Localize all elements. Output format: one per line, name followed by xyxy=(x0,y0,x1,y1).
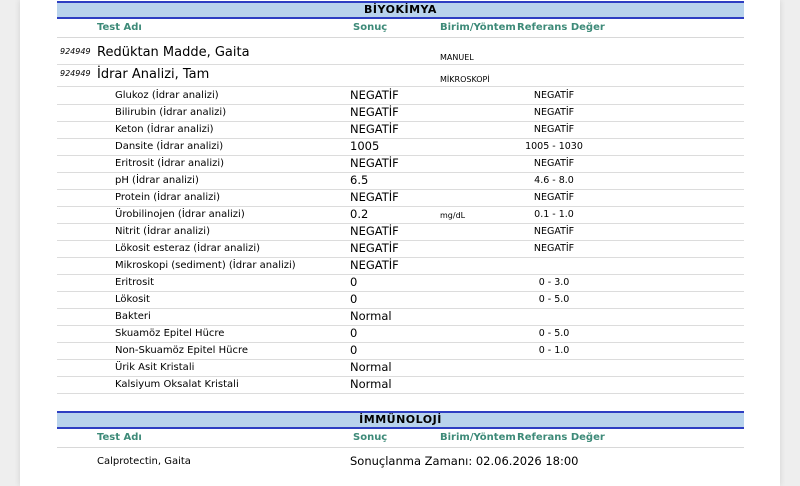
test-name: Mikroskopi (sediment) (İdrar analizi) xyxy=(115,260,296,271)
result-row: Lökosit 0 0 - 5.0 xyxy=(57,291,744,309)
test-result: 1005 xyxy=(350,139,380,153)
test-result: 0 xyxy=(350,343,358,357)
test-result: NEGATİF xyxy=(350,241,399,255)
result-row: Skuamöz Epitel Hücre 0 0 - 5.0 xyxy=(57,325,744,343)
test-result: NEGATİF xyxy=(350,88,399,102)
test-result: 0.2 xyxy=(350,207,369,221)
test-reference: 0 - 3.0 xyxy=(538,277,570,288)
test-name: pH (İdrar analizi) xyxy=(115,175,199,186)
test-reference: NEGATİF xyxy=(533,158,575,169)
test-name: Bilirubin (İdrar analizi) xyxy=(115,107,227,118)
test-name: Ürobilinojen (İdrar analizi) xyxy=(115,209,245,220)
column-headers: Test Adı Sonuç Birim/Yöntem Referans Değ… xyxy=(57,431,744,448)
test-code: 924949 xyxy=(60,69,91,78)
test-result: NEGATİF xyxy=(350,190,399,204)
test-name: Bakteri xyxy=(115,311,151,322)
test-reference: 0.1 - 1.0 xyxy=(534,209,574,220)
test-result: 0 xyxy=(350,326,358,340)
column-reference: Referans Değer xyxy=(517,22,605,33)
test-name: Kalsiyum Oksalat Kristali xyxy=(115,379,239,390)
column-headers: Test Adı Sonuç Birim/Yöntem Referans Değ… xyxy=(57,21,744,38)
column-unit: Birim/Yöntem xyxy=(440,432,516,443)
result-row: Keton (İdrar analizi) NEGATİF NEGATİF xyxy=(57,121,744,139)
test-unit: mg/dL xyxy=(440,211,466,220)
result-row: Nitrit (İdrar analizi) NEGATİF NEGATİF xyxy=(57,223,744,241)
test-result: NEGATİF xyxy=(350,105,399,119)
main-test-row: 924949 İdrar Analizi, Tam MİKROSKOPİ xyxy=(57,66,744,87)
result-row: Eritrosit (İdrar analizi) NEGATİF NEGATİ… xyxy=(57,155,744,173)
column-reference: Referans Değer xyxy=(517,432,605,443)
test-name: İdrar Analizi, Tam xyxy=(97,67,210,82)
test-result: 0 xyxy=(350,292,358,306)
test-name: Dansite (İdrar analizi) xyxy=(115,141,224,152)
test-reference: NEGATİF xyxy=(533,226,575,237)
test-result: NEGATİF xyxy=(350,258,399,272)
test-method: MİKROSKOPİ xyxy=(440,75,490,84)
test-code: 924949 xyxy=(60,47,91,56)
section-header-immunoloji: İMMÜNOLOJİ xyxy=(57,411,744,429)
result-row: pH (İdrar analizi) 6.5 4.6 - 8.0 xyxy=(57,172,744,190)
test-result: NEGATİF xyxy=(350,156,399,170)
test-name: Eritrosit (İdrar analizi) xyxy=(115,158,225,169)
result-row: Glukoz (İdrar analizi) NEGATİF NEGATİF xyxy=(57,87,744,105)
test-name: Glukoz (İdrar analizi) xyxy=(115,90,219,101)
test-result: Normal xyxy=(350,377,392,391)
test-reference: NEGATİF xyxy=(533,192,575,203)
test-reference: 0 - 5.0 xyxy=(538,328,570,339)
result-row: Bilirubin (İdrar analizi) NEGATİF NEGATİ… xyxy=(57,104,744,122)
test-name: Protein (İdrar analizi) xyxy=(115,192,221,203)
result-row: Protein (İdrar analizi) NEGATİF NEGATİF xyxy=(57,189,744,207)
test-result: 6.5 xyxy=(350,173,369,187)
test-reference: NEGATİF xyxy=(533,90,575,101)
test-result: 0 xyxy=(350,275,358,289)
test-result: Normal xyxy=(350,360,392,374)
result-row: Ürik Asit Kristali Normal xyxy=(57,359,744,377)
test-name: Nitrit (İdrar analizi) xyxy=(115,226,210,237)
test-name: Eritrosit xyxy=(115,277,155,288)
column-test-name: Test Adı xyxy=(97,22,142,33)
test-result: Normal xyxy=(350,309,392,323)
column-result: Sonuç xyxy=(353,22,388,33)
column-result: Sonuç xyxy=(353,432,388,443)
test-name: Ürik Asit Kristali xyxy=(115,362,195,373)
test-reference: 0 - 5.0 xyxy=(538,294,570,305)
test-result: NEGATİF xyxy=(350,122,399,136)
result-row: Lökosit esteraz (İdrar analizi) NEGATİF … xyxy=(57,240,744,258)
test-reference: NEGATİF xyxy=(533,107,575,118)
test-result: NEGATİF xyxy=(350,224,399,238)
result-row: Mikroskopi (sediment) (İdrar analizi) NE… xyxy=(57,257,744,275)
result-row: Dansite (İdrar analizi) 1005 1005 - 1030 xyxy=(57,138,744,156)
result-row: Ürobilinojen (İdrar analizi) 0.2 mg/dL 0… xyxy=(57,206,744,224)
column-unit: Birim/Yöntem xyxy=(440,22,516,33)
result-row: Calprotectin, Gaita Sonuçlanma Zamanı: 0… xyxy=(57,453,744,473)
section-title: BİYOKİMYA xyxy=(364,3,437,16)
test-reference: NEGATİF xyxy=(533,124,575,135)
column-test-name: Test Adı xyxy=(97,432,142,443)
main-test-row: 924949 Redüktan Madde, Gaita MANUEL xyxy=(57,44,744,65)
test-name: Calprotectin, Gaita xyxy=(97,456,191,467)
test-reference: 0 - 1.0 xyxy=(538,345,570,356)
section-title: İMMÜNOLOJİ xyxy=(359,413,442,426)
test-result: Sonuçlanma Zamanı: 02.06.2026 18:00 xyxy=(350,454,579,468)
test-reference: NEGATİF xyxy=(533,243,575,254)
test-name: Lökosit esteraz (İdrar analizi) xyxy=(115,243,261,254)
result-row: Kalsiyum Oksalat Kristali Normal xyxy=(57,376,744,394)
test-name: Redüktan Madde, Gaita xyxy=(97,45,250,60)
section-header-biyokimya: BİYOKİMYA xyxy=(57,1,744,19)
result-row: Non-Skuamöz Epitel Hücre 0 0 - 1.0 xyxy=(57,342,744,360)
test-reference: 4.6 - 8.0 xyxy=(534,175,574,186)
test-name: Keton (İdrar analizi) xyxy=(115,124,214,135)
test-method: MANUEL xyxy=(440,53,474,62)
result-row: Eritrosit 0 0 - 3.0 xyxy=(57,274,744,292)
test-name: Lökosit xyxy=(115,294,150,305)
result-row: Bakteri Normal xyxy=(57,308,744,326)
test-reference: 1005 - 1030 xyxy=(525,141,583,152)
test-name: Non-Skuamöz Epitel Hücre xyxy=(115,345,249,356)
test-name: Skuamöz Epitel Hücre xyxy=(115,328,225,339)
